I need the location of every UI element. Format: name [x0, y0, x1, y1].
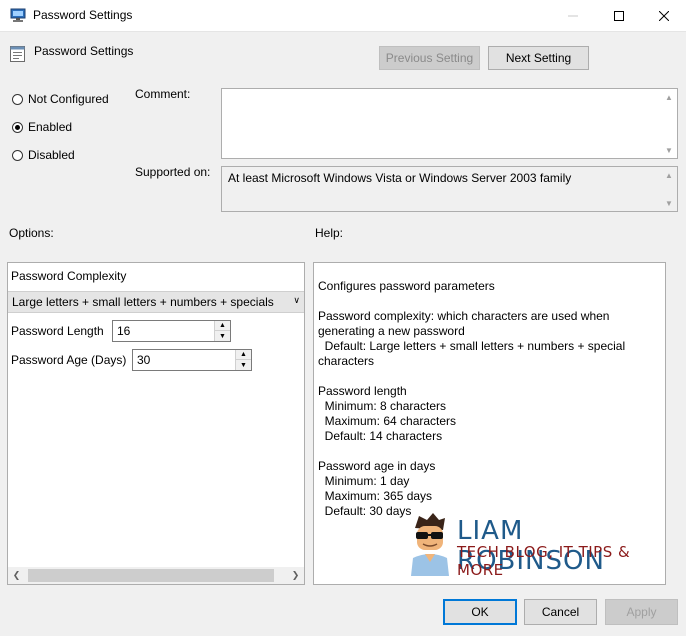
help-line: Password complexity: which characters ar… — [318, 309, 610, 323]
scrollbar-thumb[interactable] — [28, 569, 274, 582]
help-line: Minimum: 8 characters — [318, 399, 447, 413]
policy-setting-icon — [10, 46, 25, 62]
previous-setting-button[interactable]: Previous Setting — [379, 46, 480, 70]
password-age-spinner[interactable]: 30 ▲ ▼ — [132, 349, 252, 371]
password-length-spinner[interactable]: 16 ▲ ▼ — [112, 320, 231, 342]
help-line: Configures password parameters — [318, 279, 495, 293]
radio-enabled[interactable]: Enabled — [12, 118, 72, 136]
close-button[interactable] — [641, 0, 686, 31]
help-blank-line — [318, 294, 661, 309]
password-complexity-label: Password Complexity — [11, 269, 127, 283]
apply-button[interactable]: Apply — [605, 599, 678, 625]
dropdown-value: Large letters + small letters + numbers … — [12, 295, 274, 309]
spin-up-icon[interactable]: ▲ — [215, 321, 230, 331]
supported-on-value: At least Microsoft Windows Vista or Wind… — [228, 171, 572, 185]
options-horizontal-scrollbar[interactable]: ❮ ❯ — [8, 567, 304, 584]
password-length-label: Password Length — [11, 324, 104, 338]
help-blank-line — [318, 369, 661, 384]
help-line: Default: Large letters + small letters +… — [318, 339, 626, 353]
password-age-value: 30 — [137, 353, 151, 367]
password-complexity-dropdown[interactable]: Large letters + small letters + numbers … — [8, 291, 304, 313]
options-heading: Options: — [9, 226, 54, 240]
window-title: Password Settings — [33, 8, 133, 22]
options-panel: Password Complexity Large letters + smal… — [7, 262, 305, 585]
supported-on-box: At least Microsoft Windows Vista or Wind… — [221, 166, 678, 212]
scroll-down-icon[interactable]: ▼ — [661, 142, 677, 158]
help-line: Password length — [318, 384, 407, 398]
help-line: Minimum: 1 day — [318, 474, 410, 488]
scroll-down-icon[interactable]: ▼ — [661, 195, 677, 211]
radio-indicator[interactable] — [12, 149, 23, 161]
close-icon — [659, 10, 669, 21]
chevron-down-icon: ∨ — [293, 295, 300, 305]
scroll-left-icon[interactable]: ❮ — [8, 567, 25, 584]
ok-button[interactable]: OK — [443, 599, 517, 625]
spin-down-icon[interactable]: ▼ — [215, 331, 230, 341]
help-line: Maximum: 64 characters — [318, 414, 457, 428]
next-setting-button[interactable]: Next Setting — [488, 46, 589, 70]
spin-down-icon[interactable]: ▼ — [236, 360, 251, 370]
password-length-value: 16 — [117, 324, 131, 338]
help-line: Maximum: 365 days — [318, 489, 433, 503]
help-text: Configures password parameters Password c… — [318, 279, 661, 519]
comment-label: Comment: — [135, 87, 191, 101]
help-line: characters — [318, 354, 375, 368]
maximize-icon — [614, 10, 624, 21]
watermark-tagline: TECH BLOG, IT TIPS & MORE — [457, 543, 631, 579]
radio-indicator[interactable] — [12, 121, 23, 133]
scroll-up-icon[interactable]: ▲ — [661, 167, 677, 183]
help-heading: Help: — [315, 226, 344, 240]
policy-title: Password Settings — [34, 44, 134, 58]
help-blank-line — [318, 444, 661, 459]
avatar-icon — [411, 513, 449, 576]
radio-not-configured[interactable]: Not Configured — [12, 90, 109, 108]
radio-label: Enabled — [28, 120, 73, 134]
spin-up-icon[interactable]: ▲ — [236, 350, 251, 360]
help-line: Default: 14 characters — [318, 429, 443, 443]
supported-scrollbar[interactable]: ▲ ▼ — [661, 167, 677, 211]
password-age-label: Password Age (Days) — [11, 353, 127, 367]
help-line: Password age in days — [318, 459, 436, 473]
supported-on-label: Supported on: — [135, 165, 211, 179]
app-icon — [10, 8, 26, 22]
radio-label: Not Configured — [28, 92, 109, 106]
radio-label: Disabled — [28, 148, 75, 162]
scroll-up-icon[interactable]: ▲ — [661, 89, 677, 105]
help-line: generating a new password — [318, 324, 465, 338]
watermark-logo: LIAM ROBINSON TECH BLOG, IT TIPS & MORE — [405, 510, 665, 580]
comment-textarea[interactable]: ▲ ▼ — [221, 88, 678, 159]
minimize-button[interactable] — [550, 0, 596, 31]
minimize-icon — [568, 15, 578, 16]
radio-disabled[interactable]: Disabled — [12, 146, 75, 164]
radio-indicator[interactable] — [12, 93, 23, 105]
comment-scrollbar[interactable]: ▲ ▼ — [661, 89, 677, 158]
scroll-right-icon[interactable]: ❯ — [287, 567, 304, 584]
cancel-button[interactable]: Cancel — [524, 599, 597, 625]
maximize-button[interactable] — [596, 0, 642, 31]
